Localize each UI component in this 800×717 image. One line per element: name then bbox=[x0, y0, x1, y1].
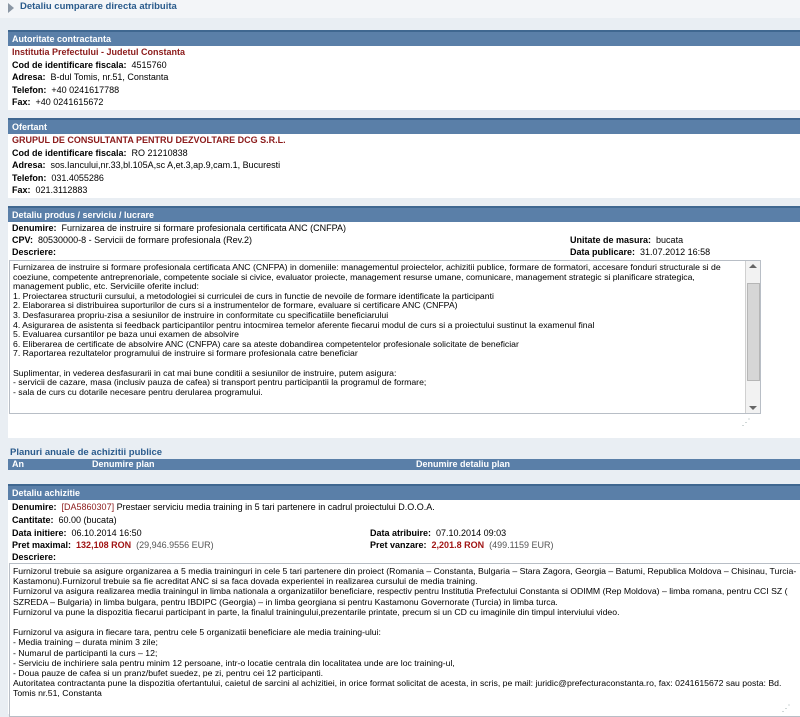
description-line: - Media training – durata minim 3 zile; bbox=[13, 637, 158, 648]
autoritate-section: Autoritate contractanta Institutia Prefe… bbox=[8, 30, 800, 110]
achizitie-pret-vanzare: Pret vanzare: 2,201.8 RON (499.1159 EUR) bbox=[370, 540, 554, 550]
produs-section: Detaliu produs / serviciu / lucrare Denu… bbox=[8, 206, 800, 438]
page-header: Detaliu cumparare directa atribuita bbox=[0, 0, 800, 18]
produs-descriere-label: Descriere: bbox=[12, 247, 57, 257]
autoritate-address: Adresa: B-dul Tomis, nr.51, Constanta bbox=[12, 72, 169, 82]
col-denumire-detaliu: Denumire detaliu plan bbox=[416, 459, 511, 469]
produs-description-text: Furnizarea de instruire si formare profe… bbox=[13, 262, 721, 397]
description-line: Kastamonu).Furnizorul trebuie sa fie acr… bbox=[13, 576, 478, 587]
achizitie-descriere-label: Descriere: bbox=[12, 552, 57, 562]
achizitie-pret-maximal: Pret maximal: 132,108 RON (29,946.9556 E… bbox=[12, 540, 214, 550]
section-header: Autoritate contractanta bbox=[8, 30, 800, 46]
ofertant-section: Ofertant GRUPUL DE CONSULTANTA PENTRU DE… bbox=[8, 118, 800, 198]
description-line: - Numarul de participanti la curs – 12; bbox=[13, 647, 158, 658]
description-line: Furnizorul va asigura realizarea media t… bbox=[13, 586, 788, 597]
description-line: Furnizorul trebuie sa asigure organizare… bbox=[13, 566, 797, 576]
resize-grip-icon[interactable]: ⋰ bbox=[780, 702, 792, 714]
ofertant-fax: Fax: 021.3112883 bbox=[12, 185, 88, 195]
col-an: An bbox=[12, 459, 24, 469]
description-line: Furnizorul va pune la dispozitia fiecaru… bbox=[13, 606, 620, 617]
description-line: - Doua pauze de cafea si un pranz/bufet … bbox=[13, 668, 324, 679]
section-header: Detaliu achizitie bbox=[8, 484, 800, 500]
section-header: Ofertant bbox=[8, 118, 800, 134]
ofertant-name: GRUPUL DE CONSULTANTA PENTRU DEZVOLTARE … bbox=[12, 135, 286, 145]
description-line: Furnizorul va asigura in fiecare tara, p… bbox=[13, 627, 381, 638]
scroll-up-icon[interactable] bbox=[749, 264, 757, 268]
expand-arrow-icon[interactable] bbox=[8, 3, 14, 13]
description-line: Tomis nr.51, Constanta bbox=[13, 688, 102, 699]
autoritate-cif: Cod de identificare fiscala: 4515760 bbox=[12, 60, 167, 70]
planuri-title: Planuri anuale de achizitii publice bbox=[10, 447, 163, 458]
autoritate-name: Institutia Prefectului - Judetul Constan… bbox=[12, 47, 186, 57]
ofertant-address: Adresa: sos.Iancului,nr.33,bl.105A,sc A,… bbox=[12, 160, 281, 170]
description-line bbox=[13, 617, 796, 627]
achizitie-denumire: Denumire: [DA5860307] Prestaer serviciu … bbox=[12, 502, 435, 512]
scroll-down-icon[interactable] bbox=[749, 406, 757, 410]
col-denumire-plan: Denumire plan bbox=[92, 459, 155, 469]
description-line: SZREDA – Bulgaria) in limba bulgara, pen… bbox=[13, 596, 558, 607]
description-line: 7. Raportarea rezultatelor programului d… bbox=[13, 348, 358, 359]
description-line: - sala de curs cu dotarile necesare pent… bbox=[13, 386, 263, 397]
autoritate-phone: Telefon: +40 0241617788 bbox=[12, 85, 120, 95]
achizitie-data-initiere: Data initiere: 06.10.2014 16:50 bbox=[12, 528, 142, 538]
produs-um: Unitate de masura: bucata bbox=[570, 235, 684, 245]
ofertant-cif: Cod de identificare fiscala: RO 21210838 bbox=[12, 148, 188, 158]
achizitie-section: Detaliu achizitie Denumire: [DA5860307] … bbox=[8, 484, 800, 717]
ofertant-phone: Telefon: 031.4055286 bbox=[12, 173, 104, 183]
description-line: - Serviciu de inchiriere sala pentru min… bbox=[13, 657, 455, 668]
achizitie-data-atribuire: Data atribuire: 07.10.2014 09:03 bbox=[370, 528, 507, 538]
achizitie-description-textarea[interactable]: Furnizorul trebuie sa asigure organizare… bbox=[9, 563, 800, 717]
achizitie-cantitate: Cantitate: 60.00 (bucata) bbox=[12, 515, 117, 525]
page-title: Detaliu cumparare directa atribuita bbox=[20, 1, 177, 12]
produs-description-textarea[interactable]: Furnizarea de instruire si formare profe… bbox=[9, 260, 761, 414]
section-header: Detaliu produs / serviciu / lucrare bbox=[8, 206, 800, 222]
produs-data-publicare: Data publicare: 31.07.2012 16:58 bbox=[570, 247, 711, 257]
description-line: Autoritatea contractanta pune la dispozi… bbox=[13, 678, 782, 689]
scrollbar[interactable] bbox=[745, 261, 760, 413]
scroll-thumb[interactable] bbox=[747, 283, 760, 381]
planuri-table-header: An Denumire plan Denumire detaliu plan bbox=[8, 459, 800, 470]
autoritate-fax: Fax: +40 0241615672 bbox=[12, 97, 104, 107]
produs-cpv: CPV: 80530000-8 - Servicii de formare pr… bbox=[12, 235, 252, 245]
produs-denumire: Denumire: Furnizarea de instruire si for… bbox=[12, 223, 346, 233]
achizitie-description-text: Furnizorul trebuie sa asigure organizare… bbox=[13, 566, 796, 699]
resize-grip-icon[interactable]: ⋰ bbox=[740, 416, 752, 428]
